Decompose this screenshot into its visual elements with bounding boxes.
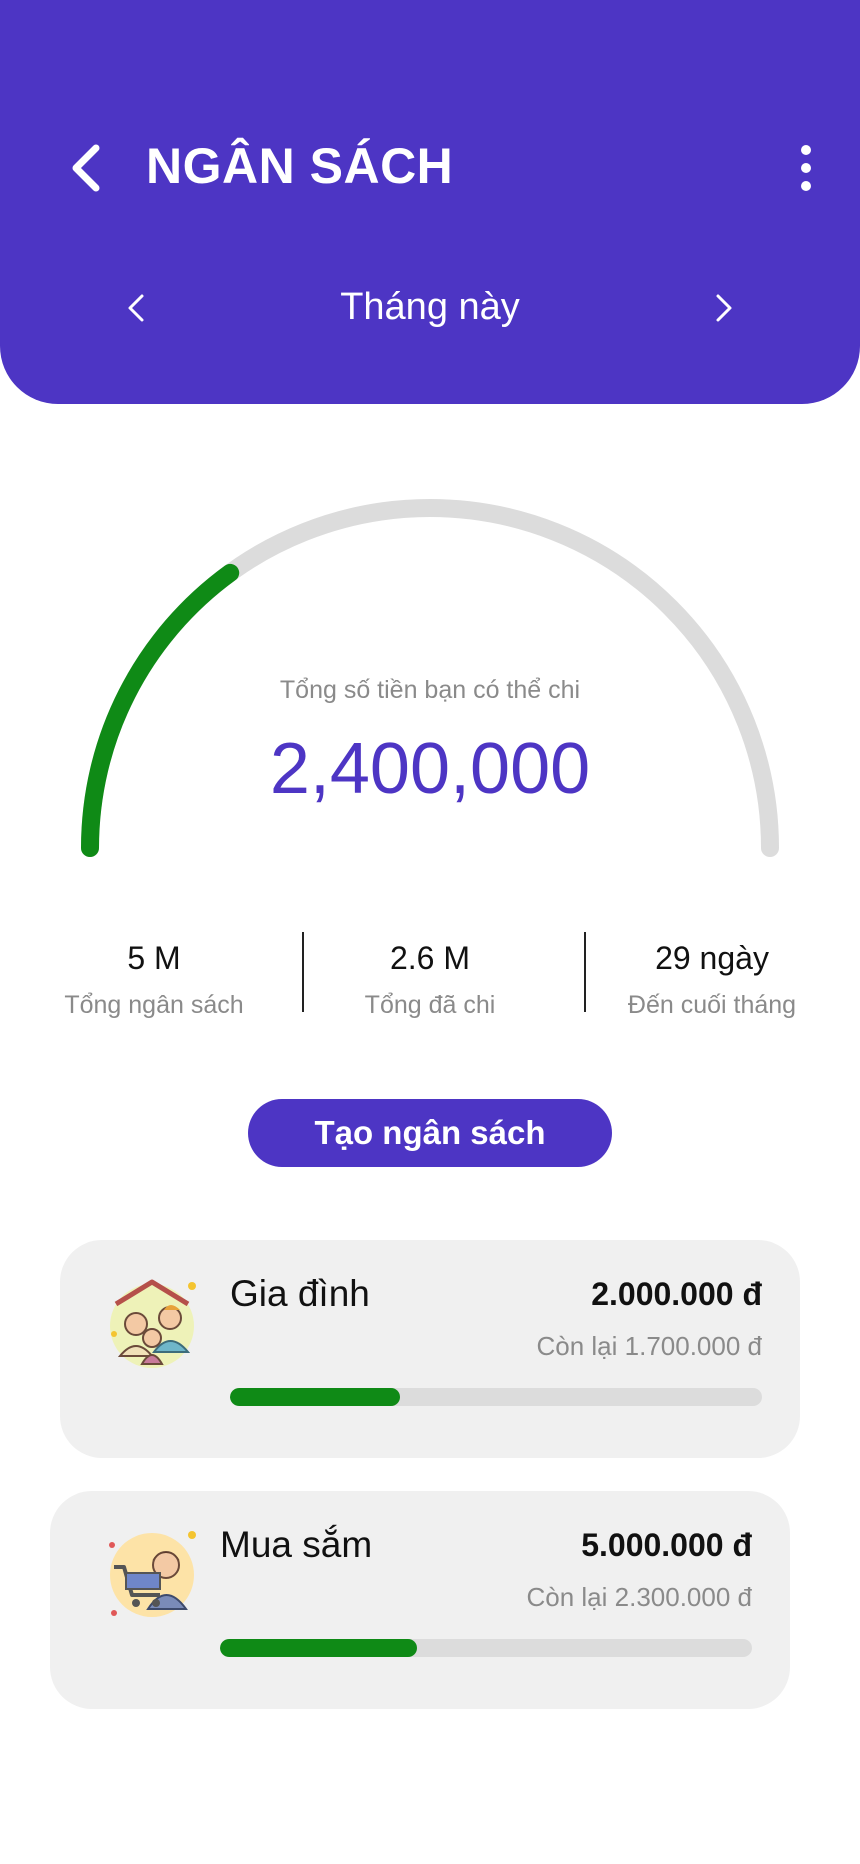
shopping-cart-icon [109,1531,196,1617]
chevron-left-icon [72,144,100,192]
budget-card-shopping[interactable]: Mua sắm 5.000.000 đ Còn lại 2.300.000 đ [50,1491,790,1709]
budget-progress-track [220,1639,752,1657]
header: NGÂN SÁCH Tháng này [0,0,860,404]
chevron-left-icon [128,294,144,322]
budget-progress-track [230,1388,762,1406]
stat-label: Tổng ngân sách [64,991,244,1019]
back-button[interactable] [62,140,118,196]
more-options-button[interactable] [786,142,826,194]
stat-days-left: 29 ngày Đến cuối tháng [572,938,852,1020]
stat-value: 2.6 M [389,940,471,976]
gauge-caption: Tổng số tiền bạn có thể chi [279,676,581,704]
available-amount: 2,400,000 [269,729,591,809]
stat-value: 29 ngày [655,940,769,976]
stat-value: 5 M [127,940,181,976]
budget-progress-fill [220,1639,417,1657]
page-title: NGÂN SÁCH [146,138,454,194]
create-budget-button[interactable]: Tạo ngân sách [248,1099,612,1167]
budget-card-family[interactable]: Gia đình 2.000.000 đ Còn lại 1.700.000 đ [60,1240,800,1458]
stat-total-spent: 2.6 M Tổng đã chi [290,938,570,1020]
budget-remaining: Còn lại 2.300.000 đ [526,1582,752,1612]
stat-total-budget: 5 M Tổng ngân sách [14,938,294,1020]
stat-label: Đến cuối tháng [627,991,797,1019]
previous-period-button[interactable] [118,288,154,328]
next-period-button[interactable] [706,288,742,328]
budget-amount: 5.000.000 đ [581,1527,752,1563]
budget-name: Gia đình [230,1273,370,1314]
family-icon [110,1279,196,1368]
stat-label: Tổng đã chi [364,991,496,1019]
chevron-right-icon [716,294,732,322]
budget-amount: 2.000.000 đ [591,1276,762,1312]
budget-progress-fill [230,1388,401,1406]
budget-remaining: Còn lại 1.700.000 đ [536,1331,762,1361]
more-vertical-icon [801,145,811,191]
budget-name: Mua sắm [220,1524,373,1565]
period-label[interactable]: Tháng này [230,282,630,332]
